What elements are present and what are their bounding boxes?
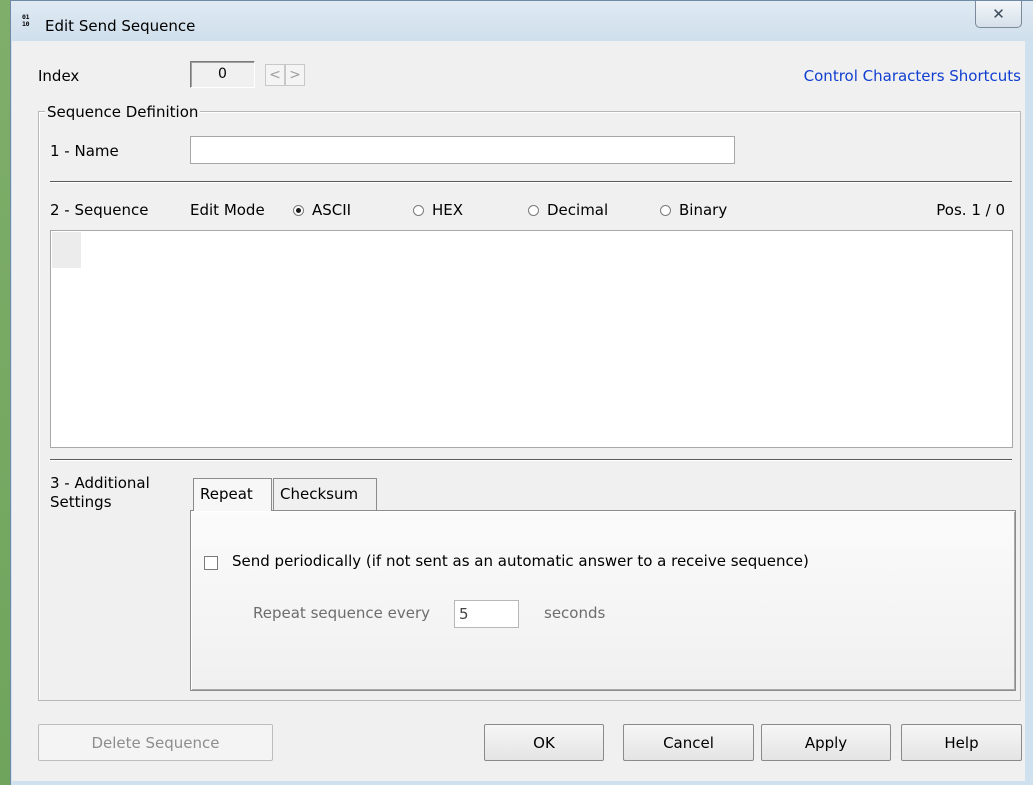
mode-decimal-label: Decimal bbox=[547, 201, 609, 219]
ok-button[interactable]: OK bbox=[484, 724, 604, 761]
help-button[interactable]: Help bbox=[901, 724, 1022, 761]
apply-button[interactable]: Apply bbox=[761, 724, 891, 761]
delete-sequence-button[interactable]: Delete Sequence bbox=[38, 724, 273, 761]
sequence-label: 2 - Sequence bbox=[50, 201, 149, 219]
sequence-cursor-cell bbox=[52, 232, 81, 268]
chevron-right-icon: > bbox=[289, 67, 301, 83]
sequence-editor[interactable] bbox=[50, 230, 1013, 448]
repeat-tab-panel bbox=[190, 510, 1016, 691]
chevron-left-icon: < bbox=[269, 67, 281, 83]
tab-checksum[interactable]: Checksum bbox=[273, 478, 377, 510]
name-label: 1 - Name bbox=[50, 142, 119, 160]
title-bar[interactable]: 01 10 Edit Send Sequence ✕ bbox=[11, 1, 1033, 41]
edit-mode-label: Edit Mode bbox=[190, 201, 265, 219]
tab-repeat[interactable]: Repeat bbox=[193, 478, 272, 511]
mode-decimal-radio[interactable]: Decimal bbox=[528, 201, 608, 219]
radio-selected-icon bbox=[293, 204, 304, 216]
prev-index-button[interactable]: < bbox=[265, 64, 285, 86]
send-periodically-checkbox[interactable] bbox=[204, 556, 218, 570]
separator-2 bbox=[50, 459, 1012, 461]
cancel-button[interactable]: Cancel bbox=[623, 724, 754, 761]
mode-binary-radio[interactable]: Binary bbox=[660, 201, 727, 219]
close-icon: ✕ bbox=[992, 5, 1005, 23]
edit-send-sequence-dialog: 01 10 Edit Send Sequence ✕ Index 0 < > Co… bbox=[10, 0, 1033, 785]
radio-unselected-icon bbox=[660, 204, 671, 216]
window-title: Edit Send Sequence bbox=[45, 17, 196, 35]
mode-ascii-label: ASCII bbox=[312, 201, 352, 219]
repeat-interval-input[interactable]: 5 bbox=[454, 600, 519, 628]
position-indicator: Pos. 1 / 0 bbox=[936, 201, 1005, 219]
radio-unselected-icon bbox=[413, 204, 424, 216]
radio-unselected-icon bbox=[528, 204, 539, 216]
control-characters-shortcuts-link[interactable]: Control Characters Shortcuts bbox=[804, 67, 1021, 85]
separator-1 bbox=[50, 181, 1012, 183]
close-button[interactable]: ✕ bbox=[975, 1, 1022, 28]
mode-binary-label: Binary bbox=[679, 201, 728, 219]
mode-hex-radio[interactable]: HEX bbox=[413, 201, 463, 219]
dialog-client-area: Index 0 < > Control Characters Shortcuts… bbox=[12, 41, 1025, 781]
index-label: Index bbox=[38, 67, 80, 85]
mode-hex-label: HEX bbox=[432, 201, 464, 219]
app-icon: 01 10 bbox=[22, 13, 30, 28]
seconds-label: seconds bbox=[544, 604, 606, 622]
sequence-definition-legend: Sequence Definition bbox=[45, 103, 201, 121]
additional-settings-label: 3 - Additional Settings bbox=[50, 474, 150, 511]
send-periodically-label: Send periodically (if not sent as an aut… bbox=[232, 552, 809, 570]
next-index-button[interactable]: > bbox=[285, 64, 305, 86]
index-value: 0 bbox=[190, 61, 255, 88]
mode-ascii-radio[interactable]: ASCII bbox=[293, 201, 351, 219]
repeat-every-label: Repeat sequence every bbox=[253, 604, 430, 622]
name-input[interactable] bbox=[190, 136, 735, 164]
